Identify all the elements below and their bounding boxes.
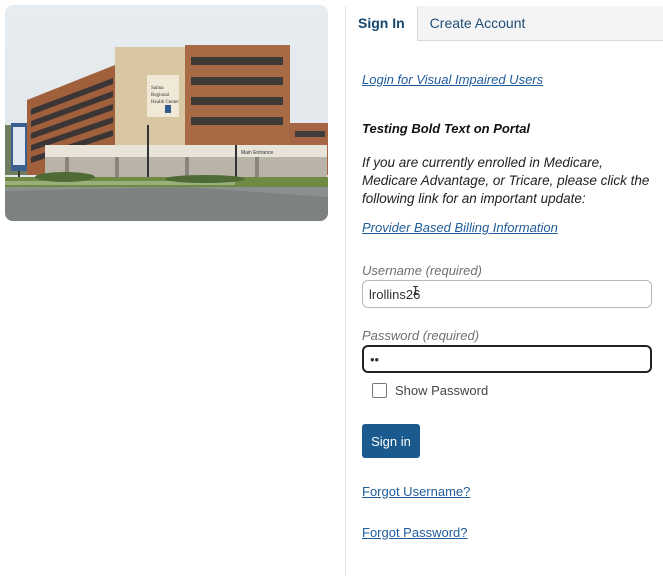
- visual-impaired-link[interactable]: Login for Visual Impaired Users: [362, 72, 543, 87]
- forgot-password-link[interactable]: Forgot Password?: [362, 525, 468, 540]
- sign-in-button[interactable]: Sign in: [362, 424, 420, 458]
- bold-text-note: Testing Bold Text on Portal: [362, 121, 531, 136]
- svg-text:Salina: Salina: [151, 86, 164, 91]
- medicare-notice: If you are currently enrolled in Medicar…: [362, 155, 650, 206]
- login-panel: Sign In Create Account Login for Visual …: [345, 6, 663, 576]
- forgot-username-link[interactable]: Forgot Username?: [362, 484, 470, 499]
- show-password-label: Show Password: [395, 383, 489, 398]
- username-input[interactable]: [362, 280, 652, 308]
- tab-bar: Sign In Create Account: [346, 6, 663, 41]
- svg-text:Health Center: Health Center: [151, 100, 179, 105]
- svg-text:Regional: Regional: [151, 93, 170, 98]
- show-password-row[interactable]: Show Password: [372, 383, 488, 398]
- billing-info-link[interactable]: Provider Based Billing Information: [362, 220, 558, 235]
- show-password-checkbox[interactable]: [372, 383, 387, 398]
- svg-text:Main Entrance: Main Entrance: [241, 150, 273, 156]
- hospital-photo: Salina Regional Health Center Main Entra…: [5, 5, 328, 221]
- tab-create-account[interactable]: Create Account: [418, 6, 538, 40]
- password-input[interactable]: [362, 345, 652, 373]
- tab-sign-in[interactable]: Sign In: [346, 6, 418, 41]
- password-label: Password (required): [362, 328, 480, 343]
- username-label: Username (required): [362, 263, 482, 278]
- login-page: Salina Regional Health Center Main Entra…: [0, 0, 663, 576]
- text-cursor-icon: I: [412, 284, 420, 298]
